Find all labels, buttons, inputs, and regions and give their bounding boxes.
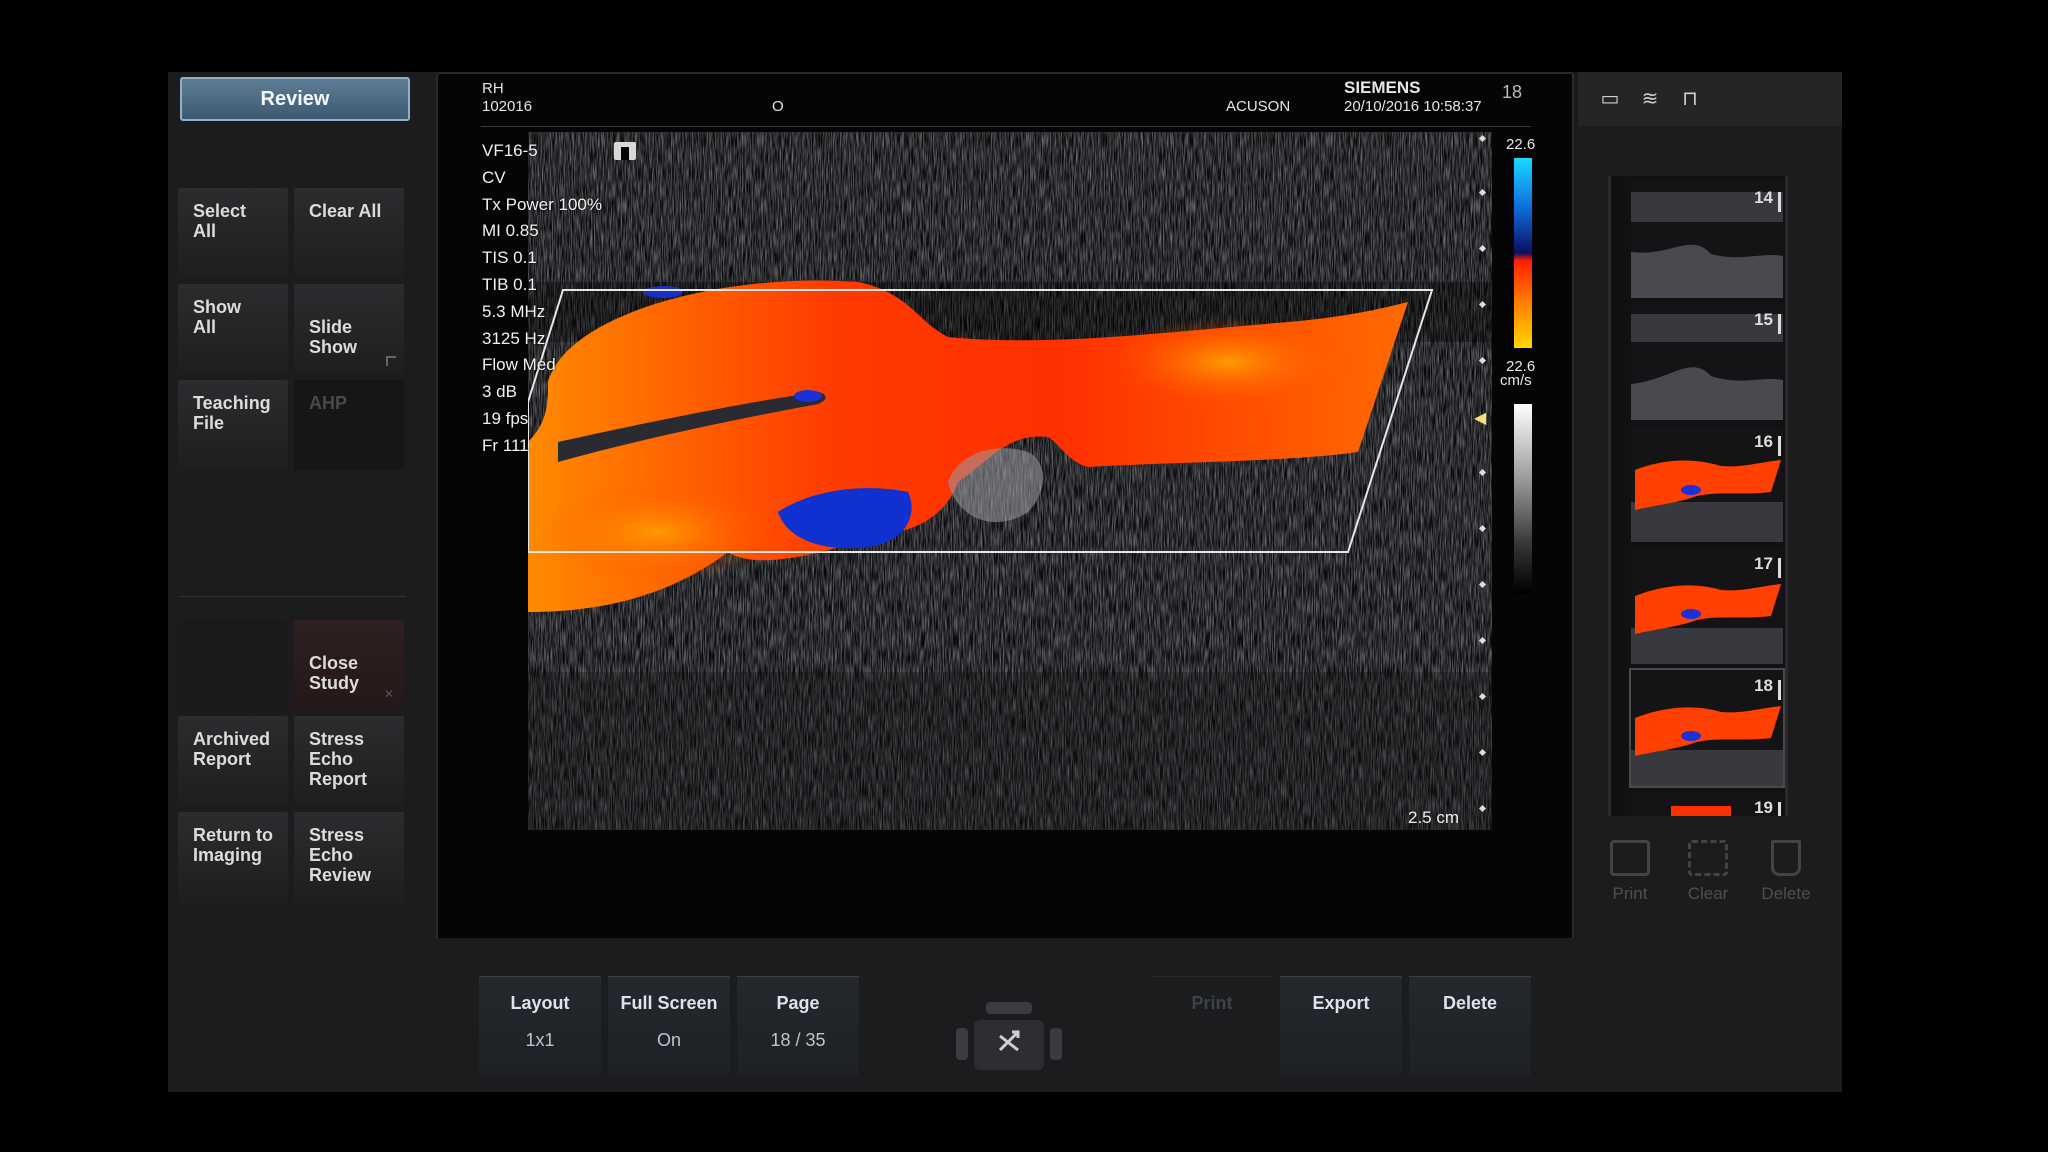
brand-name: SIEMENS: [1344, 78, 1421, 97]
review-tab[interactable]: Review: [180, 77, 410, 121]
param-mi: MI 0.85: [482, 221, 539, 241]
close-x-icon: ✕: [383, 687, 394, 701]
color-scale-bar: [1514, 158, 1532, 348]
param-prf: 3125 Hz: [482, 328, 546, 348]
full-screen-label: Full Screen: [620, 993, 718, 1013]
grayscale-bar: [1514, 404, 1532, 594]
clear-selection-icon: [1688, 840, 1728, 876]
ahp-button: AHP: [294, 380, 404, 470]
thumbnail-number: 15: [1754, 310, 1773, 329]
acquisition-parameters: VF16-5 CV Tx Power 100% MI 0.85 TIS 0.1 …: [482, 138, 602, 460]
close-study-button[interactable]: Close Study ✕: [294, 620, 404, 710]
thumbnail-15[interactable]: 15: [1631, 304, 1783, 420]
left-divider: [180, 596, 406, 597]
thumbnail-number: 14: [1754, 188, 1773, 207]
depth-label: 2.5 cm: [1408, 808, 1460, 827]
ultrasound-review-app: Review Select All Clear All Show All Sli…: [168, 72, 1842, 1092]
param-frame: Fr 111: [482, 435, 529, 455]
frame-number: 18: [1502, 82, 1523, 102]
stress-echo-report-button[interactable]: Stress Echo Report: [294, 716, 404, 806]
focus-marker-icon: ◀: [1474, 410, 1487, 427]
param-probe: VF16-5: [482, 141, 538, 160]
thumbnail-16[interactable]: 16: [1631, 426, 1783, 542]
thumbnail-18[interactable]: 18: [1629, 668, 1785, 788]
thumbnail-tick: [1778, 192, 1781, 212]
thumbnail-panel: ▭ ≋ ⊓ 14 15 16 17 18 19 Print Clear Dele…: [1578, 72, 1842, 938]
printer-icon: [1610, 840, 1650, 876]
thumbnail-tick: [1778, 802, 1781, 816]
full-screen-value: On: [656, 1030, 681, 1050]
thumbnail-14[interactable]: 14: [1631, 182, 1783, 298]
page-button[interactable]: Page 18 / 35: [737, 976, 859, 1076]
storage-icon: ▭: [1600, 88, 1620, 110]
ultrasound-image[interactable]: [528, 132, 1492, 830]
thumb-delete-button: Delete: [1754, 840, 1818, 904]
thumb-delete-label: Delete: [1761, 884, 1811, 903]
thumbnail-tick: [1778, 680, 1781, 700]
probe-orientation-icon: [614, 142, 636, 160]
thumbnail-tick: [1778, 558, 1781, 578]
clear-all-button[interactable]: Clear All: [294, 188, 404, 278]
patient-id: 102016: [482, 98, 533, 115]
param-preset: CV: [482, 167, 506, 187]
slide-show-label: Slide Show: [309, 317, 357, 357]
header-divider: [481, 126, 1531, 127]
network-icon: ≋: [1641, 88, 1659, 110]
export-button[interactable]: Export: [1280, 976, 1402, 1076]
param-flow: Flow Med: [482, 355, 556, 375]
layout-button[interactable]: Layout 1x1: [479, 976, 601, 1076]
slide-show-button[interactable]: Slide Show: [294, 284, 404, 374]
thumb-clear-button: Clear: [1676, 840, 1740, 904]
patient-initials: RH: [482, 80, 504, 97]
system-name: ACUSON: [1226, 98, 1291, 115]
thumbnail-tick: [1778, 436, 1781, 456]
ultrasound-canvas: [528, 132, 1492, 830]
color-scale-top-value: 22.6: [1506, 136, 1536, 153]
param-gain: 3 dB: [482, 382, 517, 402]
param-frame-rate: 19 fps: [482, 408, 529, 428]
study-datetime: 20/10/2016 10:58:37: [1344, 98, 1482, 115]
thumbnail-number: 19: [1754, 798, 1773, 816]
status-icons-bar: ▭ ≋ ⊓: [1578, 72, 1842, 126]
select-all-button[interactable]: Select All: [178, 188, 288, 278]
layout-value: 1x1: [525, 1030, 555, 1050]
thumbnail-number: 18: [1754, 676, 1773, 695]
thumbnail-strip[interactable]: 14 15 16 17 18 19: [1608, 176, 1788, 816]
trackball-icon: [954, 1002, 1064, 1086]
empty-slot: [178, 620, 288, 710]
thumb-clear-label: Clear: [1687, 884, 1729, 903]
param-tx-power: Tx Power 100%: [482, 194, 602, 214]
param-tis: TIS 0.1: [482, 248, 537, 268]
trash-icon: [1771, 840, 1801, 876]
page-label: Page: [776, 993, 820, 1013]
page-value: 18 / 35: [770, 1030, 826, 1050]
param-frequency: 5.3 MHz: [482, 301, 546, 321]
lock-icon: ⊓: [1682, 88, 1698, 110]
param-tib: TIB 0.1: [482, 274, 537, 294]
thumbnail-tick: [1778, 314, 1781, 334]
stress-echo-review-button[interactable]: Stress Echo Review: [294, 812, 404, 904]
show-all-button[interactable]: Show All: [178, 284, 288, 374]
layout-label: Layout: [510, 993, 570, 1013]
thumb-print-label: Print: [1612, 884, 1648, 903]
teaching-file-button[interactable]: Teaching File: [178, 380, 288, 470]
delete-button[interactable]: Delete: [1409, 976, 1531, 1076]
print-button: Print: [1151, 976, 1273, 1076]
thumb-print-button: Print: [1598, 840, 1662, 904]
left-control-panel: Review Select All Clear All Show All Sli…: [168, 72, 436, 938]
close-study-label: Close Study: [309, 653, 360, 693]
thumbnail-number: 16: [1754, 432, 1773, 451]
options-corner-icon: [386, 356, 396, 366]
thumbnail-17[interactable]: 17: [1631, 548, 1783, 664]
thumbnail-19[interactable]: 19: [1631, 792, 1783, 816]
color-scale-unit: cm/s: [1500, 372, 1532, 389]
archived-report-button[interactable]: Archived Report: [178, 716, 288, 806]
return-to-imaging-button[interactable]: Return to Imaging: [178, 812, 288, 904]
image-viewer[interactable]: RH 102016 O ACUSON SIEMENS 20/10/2016 10…: [436, 72, 1574, 960]
thumbnail-number: 17: [1754, 554, 1773, 573]
orientation-marker: O: [772, 98, 784, 115]
full-screen-button[interactable]: Full Screen On: [608, 976, 730, 1076]
